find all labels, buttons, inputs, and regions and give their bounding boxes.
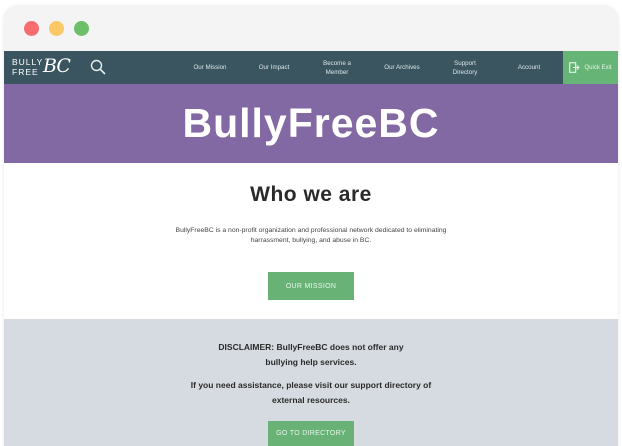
button-label: OUR MISSION (285, 282, 337, 290)
window-controls (24, 21, 89, 36)
section-description: BullyFreeBC is a non-profit organization… (175, 227, 447, 244)
disclaimer-text: DISCLAIMER: BullyFreeBC does not offer a… (218, 342, 404, 367)
nav-item-label: Our Archives (384, 64, 420, 71)
logo-line-1: BULLY (12, 57, 44, 67)
site-logo[interactable]: BULLY FREE BC (12, 55, 82, 79)
nav-item-label: Our Mission (193, 64, 227, 71)
our-mission-button[interactable]: OUR MISSION (268, 272, 354, 300)
close-window-button[interactable] (24, 21, 39, 36)
nav-our-archives[interactable]: Our Archives (383, 51, 421, 84)
nav-item-label: Our Impact (258, 64, 290, 71)
exit-icon (569, 62, 581, 73)
nav-item-label: Become a Member (323, 59, 351, 76)
browser-window: BULLY FREE BC Our Mission Our Impact Bec… (4, 6, 618, 446)
hero-banner: BullyFreeBC (4, 84, 618, 163)
top-navigation: BULLY FREE BC Our Mission Our Impact Bec… (4, 51, 618, 84)
disclaimer-section: DISCLAIMER: BullyFreeBC does not offer a… (4, 319, 618, 446)
nav-become-a-member[interactable]: Become a Member (315, 51, 359, 84)
hero-title: BullyFreeBC (182, 100, 440, 146)
who-we-are-section: Who we are BullyFreeBC is a non-profit o… (4, 163, 618, 319)
nav-our-impact[interactable]: Our Impact (251, 51, 297, 84)
section-heading: Who we are (250, 183, 372, 206)
search-icon[interactable] (90, 59, 106, 75)
logo-script: BC (43, 55, 71, 77)
go-to-directory-button[interactable]: GO TO DIRECTORY (268, 421, 354, 446)
quick-exit-label: Quick Exit (584, 64, 612, 71)
quick-exit-button[interactable]: Quick Exit (563, 51, 618, 84)
nav-our-mission[interactable]: Our Mission (187, 51, 233, 84)
web-page: BULLY FREE BC Our Mission Our Impact Bec… (4, 51, 618, 446)
logo-line-2: FREE (12, 67, 39, 77)
assistance-text: If you need assistance, please visit our… (190, 380, 432, 405)
nav-account[interactable]: Account (509, 51, 549, 84)
minimize-window-button[interactable] (49, 21, 64, 36)
nav-support-directory[interactable]: Support Directory (445, 51, 485, 84)
button-label: GO TO DIRECTORY (276, 430, 346, 437)
nav-item-label: Support Directory (452, 59, 478, 76)
nav-item-label: Account (517, 64, 541, 71)
maximize-window-button[interactable] (74, 21, 89, 36)
